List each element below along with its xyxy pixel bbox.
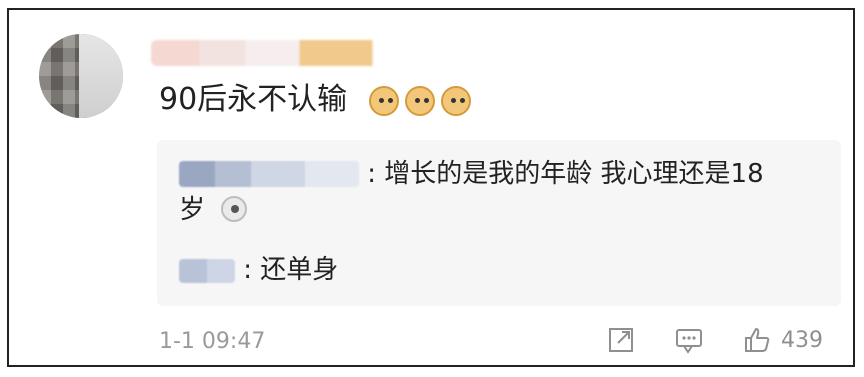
reply-text-1-line2: 岁 bbox=[179, 195, 206, 225]
thumbs-up-icon[interactable] bbox=[741, 324, 773, 356]
screenshot-frame: 90后永不认输 : 增长的是我的年龄 我心理还是18 岁 : 还单身 1-1 0… bbox=[7, 8, 855, 367]
comment-text-content: 90后永不认输 bbox=[159, 82, 348, 117]
comment-icon[interactable] bbox=[673, 324, 705, 356]
like-button[interactable]: 439 bbox=[741, 324, 823, 356]
reply-text-1: 增长的是我的年龄 我心理还是18 bbox=[384, 159, 764, 189]
blurred-reply-name-1[interactable] bbox=[179, 161, 359, 187]
reply-colon: : bbox=[243, 255, 261, 285]
doge-emoji-icon bbox=[441, 86, 471, 116]
reply-item-1[interactable]: : 增长的是我的年龄 我心理还是18 bbox=[179, 156, 764, 192]
reply-item-2[interactable]: : 还单身 bbox=[179, 252, 338, 288]
avatar[interactable] bbox=[39, 34, 123, 118]
emoji-group bbox=[369, 86, 471, 116]
blurred-username[interactable] bbox=[151, 40, 421, 66]
reply-text-2: 还单身 bbox=[260, 255, 339, 285]
share-icon[interactable] bbox=[605, 324, 637, 356]
like-count: 439 bbox=[781, 327, 823, 353]
blurred-reply-name-2[interactable] bbox=[179, 259, 235, 283]
timestamp: 1-1 09:47 bbox=[159, 329, 266, 354]
reply-colon: : bbox=[367, 159, 385, 189]
doge-emoji-icon bbox=[369, 86, 399, 116]
actions-bar: 439 bbox=[605, 324, 823, 356]
reply-box: : 增长的是我的年龄 我心理还是18 岁 : 还单身 bbox=[157, 140, 841, 306]
comment-text: 90后永不认输 bbox=[159, 80, 347, 120]
doge-emoji-icon bbox=[405, 86, 435, 116]
reply-item-1-continued: 岁 bbox=[179, 192, 248, 228]
dog-emoji-icon bbox=[221, 196, 248, 222]
